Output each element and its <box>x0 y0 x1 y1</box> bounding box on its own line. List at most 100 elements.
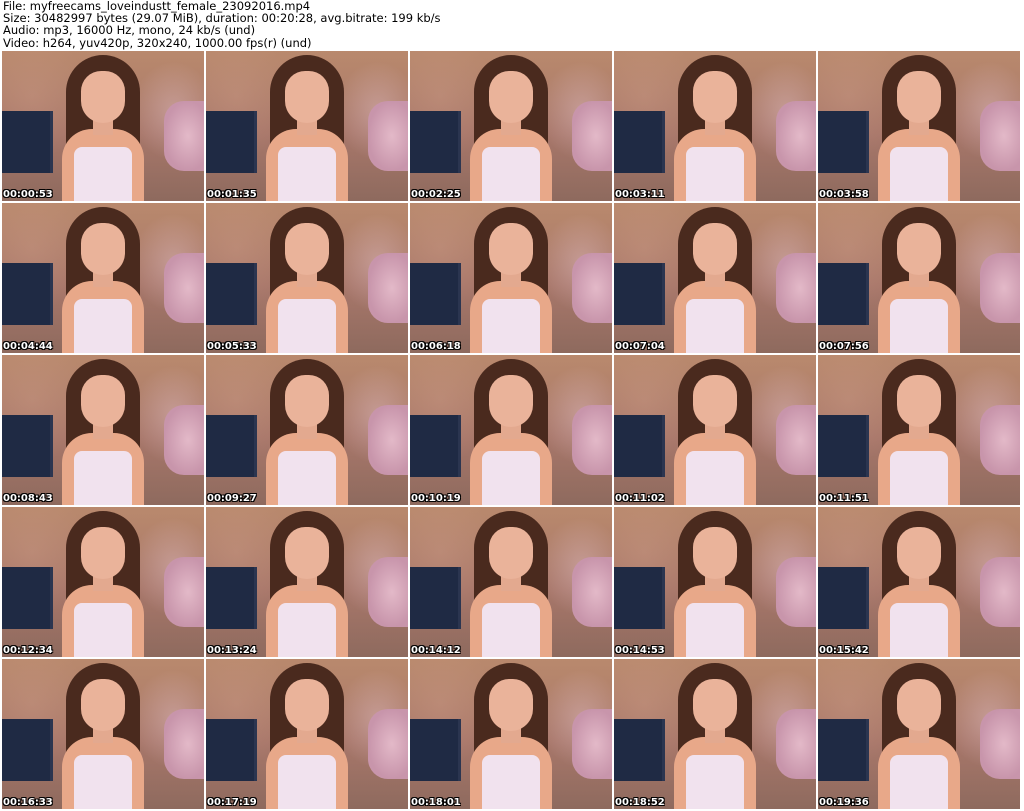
thumbnail-timestamp: 00:07:04 <box>615 341 665 352</box>
monitor-shape <box>614 263 665 325</box>
face-shape <box>489 375 533 427</box>
face-shape <box>489 223 533 275</box>
thumbnail-timestamp: 00:18:01 <box>411 797 461 808</box>
pillow-shape <box>572 253 612 323</box>
pillow-shape <box>368 405 408 475</box>
monitor-shape <box>614 567 665 629</box>
person-figure <box>252 51 362 201</box>
video-thumbnail: 00:14:53 <box>614 507 816 657</box>
thumbnail-timestamp: 00:17:19 <box>207 797 257 808</box>
top-garment-shape <box>74 451 132 505</box>
face-shape <box>897 223 941 275</box>
face-shape <box>693 71 737 123</box>
thumbnail-timestamp: 00:18:52 <box>615 797 665 808</box>
pillow-shape <box>572 709 612 779</box>
person-figure <box>864 203 974 353</box>
person-figure <box>252 507 362 657</box>
top-garment-shape <box>482 299 540 353</box>
face-shape <box>489 679 533 731</box>
pillow-shape <box>776 253 816 323</box>
top-garment-shape <box>686 755 744 809</box>
monitor-shape <box>2 111 53 173</box>
pillow-shape <box>572 101 612 171</box>
video-thumbnail: 00:17:19 <box>206 659 408 809</box>
person-figure <box>456 203 566 353</box>
file-info-header: File: myfreecams_loveindustt_female_2309… <box>3 0 1021 49</box>
top-garment-shape <box>278 451 336 505</box>
thumbnail-timestamp: 00:19:36 <box>819 797 869 808</box>
video-info-line: Video: h264, yuv420p, 320x240, 1000.00 f… <box>3 35 312 50</box>
pillow-shape <box>980 253 1020 323</box>
top-garment-shape <box>686 299 744 353</box>
person-figure <box>48 203 158 353</box>
person-figure <box>252 355 362 505</box>
face-shape <box>285 679 329 731</box>
face-shape <box>693 375 737 427</box>
face-shape <box>81 375 125 427</box>
pillow-shape <box>572 405 612 475</box>
monitor-shape <box>614 111 665 173</box>
person-figure <box>864 51 974 201</box>
thumbnail-timestamp: 00:11:02 <box>615 493 665 504</box>
pillow-shape <box>980 557 1020 627</box>
monitor-shape <box>818 111 869 173</box>
monitor-shape <box>818 415 869 477</box>
top-garment-shape <box>686 603 744 657</box>
video-thumbnail: 00:01:35 <box>206 51 408 201</box>
video-thumbnail: 00:07:04 <box>614 203 816 353</box>
thumbnail-timestamp: 00:11:51 <box>819 493 869 504</box>
thumbnail-timestamp: 00:12:34 <box>3 645 53 656</box>
top-garment-shape <box>74 299 132 353</box>
face-shape <box>285 223 329 275</box>
thumbnail-timestamp: 00:15:42 <box>819 645 869 656</box>
person-figure <box>864 355 974 505</box>
person-figure <box>864 659 974 809</box>
thumbnail-timestamp: 00:01:35 <box>207 189 257 200</box>
person-figure <box>456 507 566 657</box>
pillow-shape <box>164 101 204 171</box>
face-shape <box>897 375 941 427</box>
person-figure <box>456 51 566 201</box>
monitor-shape <box>410 719 461 781</box>
monitor-shape <box>614 415 665 477</box>
video-thumbnail: 00:11:51 <box>818 355 1020 505</box>
thumbnail-grid: 00:00:53 00:01:35 00:02:25 00:03:11 00:03:58… <box>2 51 1022 810</box>
face-shape <box>489 527 533 579</box>
video-thumbnail: 00:14:12 <box>410 507 612 657</box>
pillow-shape <box>776 709 816 779</box>
video-thumbnail: 00:19:36 <box>818 659 1020 809</box>
thumbnail-timestamp: 00:09:27 <box>207 493 257 504</box>
monitor-shape <box>2 415 53 477</box>
person-figure <box>48 507 158 657</box>
thumbnail-timestamp: 00:16:33 <box>3 797 53 808</box>
face-shape <box>285 527 329 579</box>
video-thumbnail: 00:13:24 <box>206 507 408 657</box>
person-figure <box>48 51 158 201</box>
monitor-shape <box>818 263 869 325</box>
monitor-shape <box>614 719 665 781</box>
thumbnail-timestamp: 00:04:44 <box>3 341 53 352</box>
top-garment-shape <box>482 603 540 657</box>
monitor-shape <box>206 567 257 629</box>
top-garment-shape <box>890 755 948 809</box>
top-garment-shape <box>482 147 540 201</box>
pillow-shape <box>980 405 1020 475</box>
video-thumbnail: 00:16:33 <box>2 659 204 809</box>
top-garment-shape <box>686 451 744 505</box>
top-garment-shape <box>74 755 132 809</box>
face-shape <box>693 679 737 731</box>
face-shape <box>693 223 737 275</box>
monitor-shape <box>818 719 869 781</box>
pillow-shape <box>980 709 1020 779</box>
face-shape <box>81 71 125 123</box>
top-garment-shape <box>890 147 948 201</box>
pillow-shape <box>776 557 816 627</box>
thumbnail-timestamp: 00:05:33 <box>207 341 257 352</box>
pillow-shape <box>776 405 816 475</box>
top-garment-shape <box>278 755 336 809</box>
monitor-shape <box>206 263 257 325</box>
video-thumbnail: 00:15:42 <box>818 507 1020 657</box>
face-shape <box>81 679 125 731</box>
thumbnail-timestamp: 00:14:12 <box>411 645 461 656</box>
person-figure <box>456 659 566 809</box>
